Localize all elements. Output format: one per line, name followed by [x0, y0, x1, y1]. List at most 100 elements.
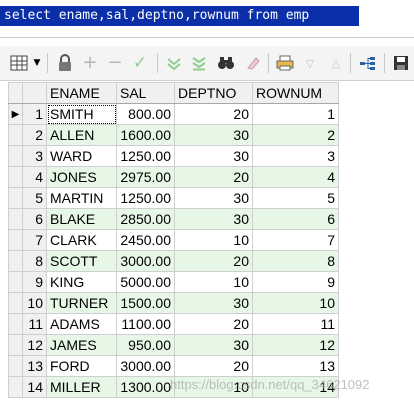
table-row[interactable]: 8 SCOTT 3000.00 20 8 [8, 250, 339, 272]
sal-cell[interactable]: 1250.00 [116, 145, 175, 167]
row-indicator[interactable] [8, 271, 23, 293]
deptno-cell[interactable]: 30 [174, 145, 253, 167]
deptno-cell[interactable]: 20 [174, 355, 253, 377]
sal-cell[interactable]: 5000.00 [116, 271, 175, 293]
triangle-down-icon[interactable]: ▽ [300, 53, 320, 73]
rownum-cell[interactable]: 9 [252, 271, 339, 293]
ename-cell[interactable]: SCOTT [46, 250, 117, 272]
table-row[interactable]: 10 TURNER 1500.00 30 10 [8, 292, 339, 314]
down-arrow-icon[interactable] [164, 53, 184, 73]
sal-cell[interactable]: 2975.00 [116, 166, 175, 188]
row-indicator[interactable]: ▶ [8, 103, 23, 125]
ename-cell[interactable]: KING [46, 271, 117, 293]
sal-cell[interactable]: 1500.00 [116, 292, 175, 314]
table-row[interactable]: 7 CLARK 2450.00 10 7 [8, 229, 339, 251]
row-indicator[interactable] [8, 145, 23, 167]
deptno-cell[interactable]: 10 [174, 229, 253, 251]
table-row[interactable]: 13 FORD 3000.00 20 13 [8, 355, 339, 377]
ename-cell[interactable]: JAMES [46, 334, 117, 356]
rownum-cell[interactable]: 13 [252, 355, 339, 377]
sal-cell[interactable]: 1100.00 [116, 313, 175, 335]
sal-cell[interactable]: 1300.00 [116, 376, 175, 398]
deptno-cell[interactable]: 20 [174, 250, 253, 272]
deptno-cell[interactable]: 10 [174, 271, 253, 293]
table-row[interactable]: 5 MARTIN 1250.00 30 5 [8, 187, 339, 209]
sql-statement[interactable]: select ename,sal,deptno,rownum from emp [0, 6, 359, 26]
table-row[interactable]: 6 BLAKE 2850.00 30 6 [8, 208, 339, 230]
row-indicator[interactable] [8, 250, 23, 272]
column-header-rownum[interactable]: ROWNUM [252, 82, 339, 104]
rownum-cell[interactable]: 4 [252, 166, 339, 188]
save-icon[interactable] [391, 53, 411, 73]
sal-cell[interactable]: 3000.00 [116, 355, 175, 377]
rownum-cell[interactable]: 5 [252, 187, 339, 209]
row-indicator[interactable] [8, 166, 23, 188]
sal-cell[interactable]: 3000.00 [116, 250, 175, 272]
rownum-cell[interactable]: 10 [252, 292, 339, 314]
dropdown-arrow-icon[interactable]: ▼ [31, 53, 43, 73]
row-number-cell[interactable]: 11 [22, 313, 47, 335]
row-number-cell[interactable]: 1 [22, 103, 47, 125]
ename-cell[interactable]: SMITH [46, 103, 117, 125]
deptno-cell[interactable]: 30 [174, 292, 253, 314]
sal-cell[interactable]: 800.00 [116, 103, 175, 125]
row-number-cell[interactable]: 14 [22, 376, 47, 398]
deptno-cell[interactable]: 20 [174, 313, 253, 335]
print-icon[interactable] [275, 53, 295, 73]
deptno-cell[interactable]: 20 [174, 103, 253, 125]
grid-icon[interactable] [9, 53, 29, 73]
deptno-cell[interactable]: 30 [174, 334, 253, 356]
table-row[interactable]: 4 JONES 2975.00 20 4 [8, 166, 339, 188]
row-indicator[interactable] [8, 292, 23, 314]
ename-cell[interactable]: MILLER [46, 376, 117, 398]
rownum-cell[interactable]: 7 [252, 229, 339, 251]
rownum-cell[interactable]: 6 [252, 208, 339, 230]
row-number-cell[interactable]: 7 [22, 229, 47, 251]
ename-cell[interactable]: JONES [46, 166, 117, 188]
row-indicator[interactable] [8, 229, 23, 251]
double-down-arrow-icon[interactable] [189, 53, 209, 73]
sal-cell[interactable]: 950.00 [116, 334, 175, 356]
lock-icon[interactable] [55, 53, 75, 73]
row-indicator[interactable] [8, 124, 23, 146]
table-row[interactable]: 3 WARD 1250.00 30 3 [8, 145, 339, 167]
row-indicator[interactable] [8, 355, 23, 377]
row-number-cell[interactable]: 10 [22, 292, 47, 314]
table-row[interactable]: ▶ 1 SMITH 800.00 20 1 [8, 103, 339, 125]
sal-cell[interactable]: 2850.00 [116, 208, 175, 230]
rownum-cell[interactable]: 8 [252, 250, 339, 272]
row-number-cell[interactable]: 13 [22, 355, 47, 377]
rownum-cell[interactable]: 1 [252, 103, 339, 125]
row-number-cell[interactable]: 8 [22, 250, 47, 272]
sal-cell[interactable]: 1250.00 [116, 187, 175, 209]
rownum-cell[interactable]: 12 [252, 334, 339, 356]
table-row[interactable]: 9 KING 5000.00 10 9 [8, 271, 339, 293]
deptno-cell[interactable]: 20 [174, 166, 253, 188]
rownum-cell[interactable]: 11 [252, 313, 339, 335]
ename-cell[interactable]: ADAMS [46, 313, 117, 335]
ename-cell[interactable]: WARD [46, 145, 117, 167]
minus-icon[interactable]: − [105, 53, 125, 73]
row-number-cell[interactable]: 2 [22, 124, 47, 146]
ename-cell[interactable]: MARTIN [46, 187, 117, 209]
chart-icon[interactable] [358, 53, 378, 73]
table-row[interactable]: 2 ALLEN 1600.00 30 2 [8, 124, 339, 146]
row-indicator[interactable] [8, 376, 23, 398]
column-header-deptno[interactable]: DEPTNO [174, 82, 253, 104]
sal-cell[interactable]: 2450.00 [116, 229, 175, 251]
deptno-cell[interactable]: 30 [174, 187, 253, 209]
deptno-cell[interactable]: 30 [174, 124, 253, 146]
ename-cell[interactable]: ALLEN [46, 124, 117, 146]
ename-cell[interactable]: CLARK [46, 229, 117, 251]
row-number-cell[interactable]: 3 [22, 145, 47, 167]
deptno-cell[interactable]: 30 [174, 208, 253, 230]
rownum-cell[interactable]: 2 [252, 124, 339, 146]
eraser-icon[interactable] [243, 53, 263, 73]
ename-cell[interactable]: FORD [46, 355, 117, 377]
row-indicator[interactable] [8, 208, 23, 230]
row-number-cell[interactable]: 6 [22, 208, 47, 230]
row-number-cell[interactable]: 9 [22, 271, 47, 293]
table-row[interactable]: 12 JAMES 950.00 30 12 [8, 334, 339, 356]
sql-editor[interactable]: select ename,sal,deptno,rownum from emp [0, 0, 414, 30]
row-indicator[interactable] [8, 334, 23, 356]
